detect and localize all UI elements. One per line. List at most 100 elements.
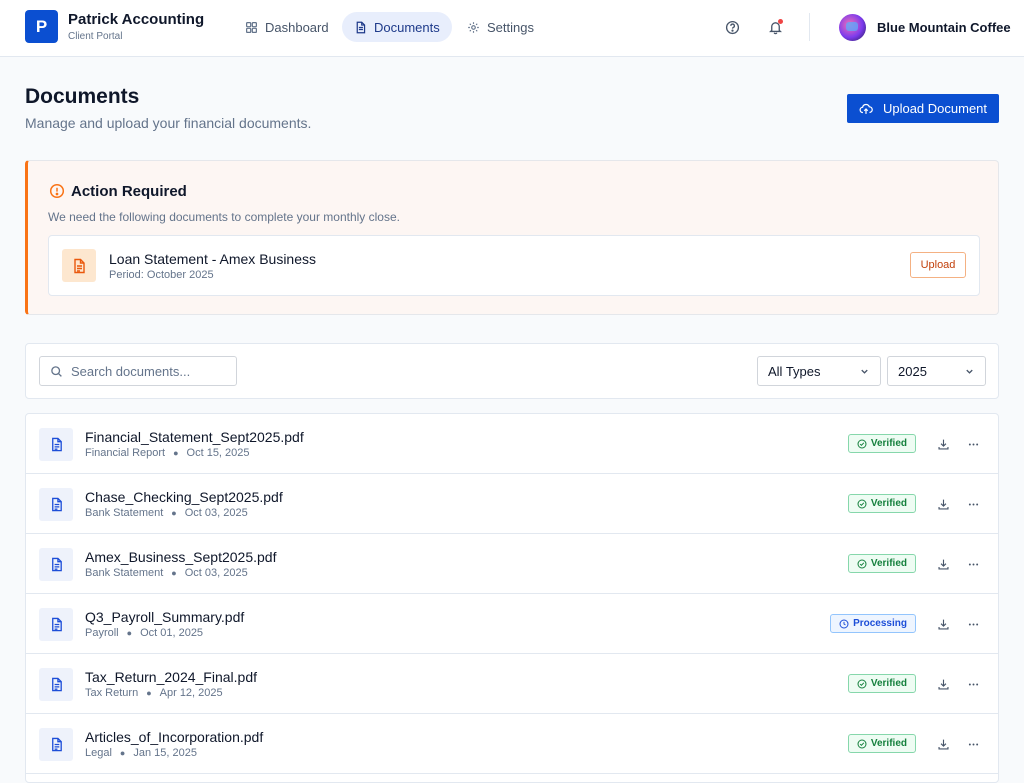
document-name[interactable]: Amex_Business_Sept2025.pdf [85,549,276,565]
type-filter-select[interactable]: All Types [757,356,881,386]
client-name[interactable]: Blue Mountain Coffee [877,20,1011,35]
status-badge: Verified [847,494,916,513]
nav-settings-label: Settings [487,19,534,35]
document-name[interactable]: Financial_Statement_Sept2025.pdf [85,429,304,445]
document-name[interactable]: Articles_of_Incorporation.pdf [85,729,263,745]
download-button[interactable] [933,494,953,514]
status-label: Verified [870,738,907,749]
status-badge: Verified [847,674,916,693]
download-icon [937,559,949,570]
brand-logo[interactable]: P [25,10,58,43]
required-document-icon-box [62,249,96,282]
document-row[interactable]: Tax_Return_2024_Final.pdf Tax Return ● Apr… [26,654,998,714]
check-circle-icon [857,438,867,449]
more-options-button[interactable] [963,434,983,454]
meta-separator: ● [119,748,126,758]
help-icon [725,20,739,34]
brand-name: Patrick Accounting [68,11,205,28]
required-document-name: Loan Statement - Amex Business [109,251,316,267]
action-required-description: We need the following documents to compl… [48,210,400,224]
document-name[interactable]: Tax_Return_2024_Final.pdf [85,669,257,685]
status-label: Verified [870,558,907,569]
document-list: Financial_Statement_Sept2025.pdf Financi… [25,413,999,783]
more-options-button[interactable] [963,674,983,694]
download-icon [937,439,949,450]
document-icon [51,437,62,452]
nav-settings[interactable]: Settings [455,12,546,42]
more-options-button[interactable] [963,494,983,514]
search-box[interactable] [39,356,237,386]
more-options-button[interactable] [963,734,983,754]
status-badge: Verified [847,734,916,753]
document-meta: Bank Statement ● Oct 03, 2025 [85,507,248,519]
check-circle-icon [857,678,867,689]
notification-dot [778,19,783,24]
help-button[interactable] [722,17,742,37]
download-icon [937,679,949,690]
more-horizontal-icon [968,503,978,505]
status-label: Verified [870,678,907,689]
upload-document-button[interactable]: Upload Document [847,94,999,123]
document-meta: Legal ● Jan 15, 2025 [85,747,197,759]
type-filter-value: All Types [768,363,821,379]
status-label: Verified [870,498,907,509]
document-icon [51,497,62,512]
document-date: Apr 12, 2025 [159,687,223,699]
search-input[interactable] [71,363,221,379]
avatar[interactable] [839,14,866,41]
required-document-period: Period: October 2025 [109,269,214,281]
document-name[interactable]: Q3_Payroll_Summary.pdf [85,609,244,625]
document-icon-box [39,668,73,701]
page-subtitle: Manage and upload your financial documen… [25,115,312,131]
download-button[interactable] [933,674,953,694]
upload-document-label: Upload Document [882,101,988,116]
download-button[interactable] [933,614,953,634]
check-circle-icon [857,738,867,749]
more-horizontal-icon [968,563,978,565]
document-icon [51,557,62,572]
nav-dashboard-label: Dashboard [265,19,329,35]
alert-icon [49,183,65,199]
year-filter-select[interactable]: 2025 [887,356,986,386]
gear-icon [468,21,479,33]
grid-icon [246,21,257,33]
status-label: Processing [853,618,907,629]
page-title: Documents [25,85,140,108]
download-button[interactable] [933,434,953,454]
required-document-upload-button[interactable]: Upload [910,252,966,278]
more-options-button[interactable] [963,614,983,634]
brand-subtitle: Client Portal [68,31,123,42]
document-category: Bank Statement [85,507,164,519]
nav-documents-label: Documents [374,19,440,35]
meta-separator: ● [171,508,177,518]
meta-separator: ● [171,568,177,578]
cloud-upload-icon [859,103,873,114]
more-options-button[interactable] [963,554,983,574]
search-icon [51,365,62,377]
document-row[interactable]: Amex_Business_Sept2025.pdf Bank Statemen… [26,534,998,594]
document-meta: Tax Return ● Apr 12, 2025 [85,687,223,699]
document-date: Oct 01, 2025 [140,627,204,639]
download-button[interactable] [933,734,953,754]
document-row[interactable]: Articles_of_Incorporation.pdf Legal ● Jan … [26,714,998,774]
notifications-button[interactable] [765,17,785,37]
document-date: Oct 03, 2025 [184,567,248,579]
document-row[interactable]: Chase_Checking_Sept2025.pdf Bank Stateme… [26,474,998,534]
document-icon [74,258,85,273]
nav-dashboard[interactable]: Dashboard [233,12,341,42]
meta-separator: ● [173,448,179,458]
document-icon [356,21,366,33]
document-date: Jan 15, 2025 [133,747,197,759]
filter-bar: All Types 2025 [25,343,999,399]
nav-documents[interactable]: Documents [342,12,452,42]
download-button[interactable] [933,554,953,574]
document-row[interactable]: Financial_Statement_Sept2025.pdf Financi… [26,414,998,474]
chevron-down-icon [966,369,973,374]
download-icon [937,619,949,630]
document-name[interactable]: Chase_Checking_Sept2025.pdf [85,489,283,505]
year-filter-value: 2025 [898,363,927,379]
document-row[interactable]: Q3_Payroll_Summary.pdf Payroll ● Oct 01, 2… [26,594,998,654]
document-icon [51,617,62,632]
document-date: Oct 15, 2025 [186,447,250,459]
status-badge: Processing [830,614,916,633]
